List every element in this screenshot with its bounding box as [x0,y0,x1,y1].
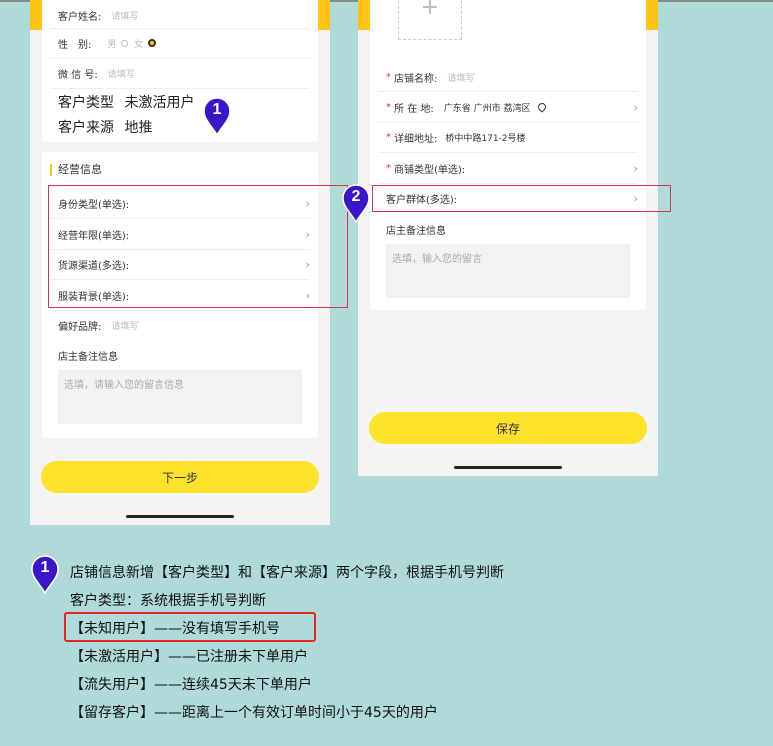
marker-number: 1 [212,101,222,118]
required-mark: * [386,101,391,113]
field-label: 详细地址: [394,133,438,145]
field-label: 客户姓名: [58,11,102,23]
home-indicator [126,515,234,518]
remark-textarea[interactable]: 选填，请输入您的留言信息 [58,370,302,424]
field-label: 商铺类型(单选): [394,164,466,176]
store-info-card: + * 店铺名称: 请填写 * 所 在 地: 广东省 广州市 荔湾区 › * 详… [370,0,646,310]
chevron-right-icon: › [633,100,638,114]
remark-label: 店主备注信息 [58,351,118,363]
note-line-1: 店铺信息新增【客户类型】和【客户来源】两个字段，根据手机号判断 [70,565,504,581]
name-field[interactable]: 客户姓名: 请填写 [42,0,318,30]
radio-icon [121,39,129,47]
highlight-box-business-selects [48,185,348,308]
marker-1-icon: 1 [202,96,232,137]
remark-label: 店主备注信息 [386,225,446,237]
address-field[interactable]: * 详细地址: 桥中中路171-2号楼 [370,122,646,152]
header-accent-left [358,0,370,30]
address-value[interactable]: 桥中中路171-2号楼 [445,131,525,144]
note-line-6: 【留存客户】——距离上一个有效订单时间小于45天的用户 [70,705,438,721]
highlight-box-customer-group [372,185,671,212]
store-name-input[interactable]: 请填写 [447,71,474,84]
marker-1-icon: 1 [30,554,60,595]
female-label: 女 [134,39,144,50]
remark-textarea[interactable]: 选填，输入您的留言 [386,244,630,298]
customer-source-row: 客户来源 地推 [58,117,152,137]
header-accent-right [318,0,330,30]
remark-label-row: 店主备注信息 [42,340,318,370]
wechat-field[interactable]: 微 信 号: 请填写 [42,58,318,88]
phone-screen-store-info: + * 店铺名称: 请填写 * 所 在 地: 广东省 广州市 荔湾区 › * 详… [358,0,658,476]
field-label: 偏好品牌: [58,321,102,333]
header-accent-right [646,0,658,30]
gender-male-option[interactable]: 男 [107,37,129,50]
required-mark: * [386,71,391,83]
store-name-field[interactable]: * 店铺名称: 请填写 [370,62,646,92]
note-line-2: 客户类型：系统根据手机号判断 [70,593,266,609]
customer-source-label: 客户来源 [58,120,114,136]
field-label: 所 在 地: [394,103,434,115]
divider [50,88,310,89]
male-label: 男 [107,39,117,50]
wechat-input[interactable]: 请填写 [108,67,135,80]
marker-2-icon: 2 [341,183,371,224]
customer-type-value: 未激活用户 [124,95,195,111]
location-field[interactable]: * 所 在 地: 广东省 广州市 荔湾区 › [370,92,646,122]
customer-source-value: 地推 [124,120,153,136]
home-indicator [454,466,562,469]
section-title: 经营信息 [50,164,102,176]
field-label: 性 别: [58,39,92,51]
save-button[interactable]: 保存 [369,412,647,444]
radio-checked-icon [148,38,157,47]
note-line-3: 【未知用户】——没有填写手机号 [70,621,280,637]
required-mark: * [386,162,391,174]
field-label: 店铺名称: [394,73,438,85]
marker-number: 2 [351,188,361,205]
field-label: 微 信 号: [58,69,98,81]
shop-type-select[interactable]: * 商铺类型(单选): › [370,153,646,183]
required-mark: * [386,131,391,143]
remark-label-row: 店主备注信息 [370,214,646,244]
customer-type-label: 客户类型 [58,95,114,111]
name-input[interactable]: 请填写 [111,9,138,22]
gender-female-option[interactable]: 女 [134,37,157,50]
next-button[interactable]: 下一步 [41,461,319,493]
location-value: 广东省 广州市 荔湾区 [443,103,531,114]
gender-field: 性 别: 男 女 [42,28,318,58]
marker-number: 1 [40,559,50,576]
plus-icon: + [420,0,440,20]
customer-type-row: 客户类型 未激活用户 [58,92,194,112]
header-accent-left [30,0,42,30]
chevron-right-icon: › [633,161,638,175]
brand-input[interactable]: 请填写 [111,319,138,332]
brand-field[interactable]: 偏好品牌: 请填写 [42,310,318,340]
basic-info-card: 客户姓名: 请填写 性 别: 男 女 微 信 号: 请填写 客户类型 未激活用户 [42,0,318,142]
note-line-5: 【流失用户】——连续45天未下单用户 [70,677,312,693]
image-upload-box[interactable]: + [398,0,462,40]
note-line-4: 【未激活用户】——已注册未下单用户 [70,649,308,665]
location-pin-icon[interactable] [536,101,549,113]
